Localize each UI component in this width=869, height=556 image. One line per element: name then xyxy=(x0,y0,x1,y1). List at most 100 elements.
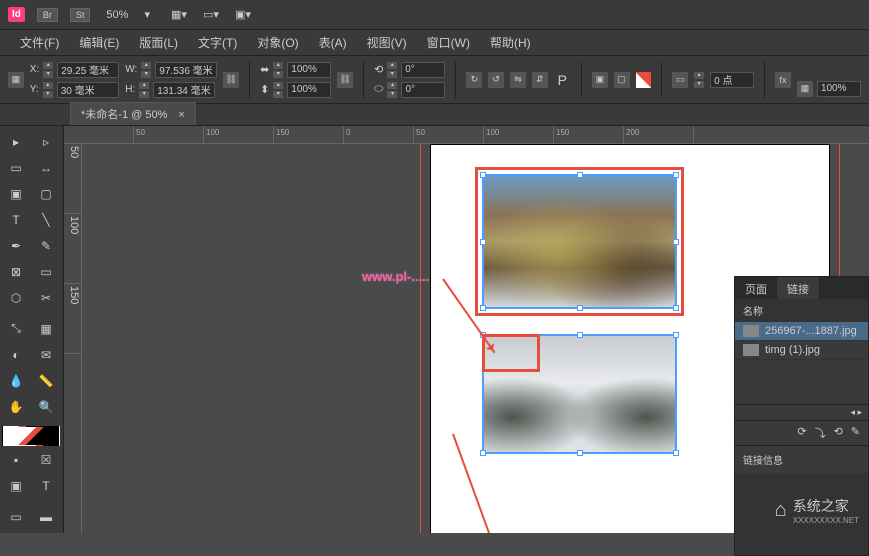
effects-icon[interactable]: fx xyxy=(775,72,791,88)
stroke-input[interactable] xyxy=(710,72,754,88)
eyedropper-tool[interactable]: 💧 xyxy=(2,369,30,393)
tab-pages[interactable]: 页面 xyxy=(735,277,777,299)
menu-object[interactable]: 对象(O) xyxy=(249,31,306,54)
zoom-level[interactable]: 50% xyxy=(102,9,132,21)
type-tool[interactable]: T xyxy=(2,208,30,232)
image-frame-1[interactable] xyxy=(482,174,677,309)
menu-help[interactable]: 帮助(H) xyxy=(482,31,539,54)
menu-view[interactable]: 视图(V) xyxy=(359,31,415,54)
fill-stroke-swap[interactable] xyxy=(2,426,60,446)
content-placer-tool[interactable]: ▢ xyxy=(32,182,60,206)
rotate-input[interactable] xyxy=(401,62,445,78)
resize-handle[interactable] xyxy=(577,172,583,178)
screen-mode-icon[interactable]: ▭▾ xyxy=(202,6,220,24)
menu-type[interactable]: 文字(T) xyxy=(190,31,245,54)
resize-handle[interactable] xyxy=(480,305,486,311)
x-up[interactable]: ▴ xyxy=(43,62,53,69)
normal-view-icon[interactable]: ▭ xyxy=(2,505,30,529)
resize-handle[interactable] xyxy=(480,239,486,245)
menu-table[interactable]: 表(A) xyxy=(311,31,355,54)
apply-none-icon[interactable]: ☒ xyxy=(32,448,60,472)
arrange-icon[interactable]: ▣▾ xyxy=(234,6,252,24)
flip-v-icon[interactable]: ⇵ xyxy=(532,72,548,88)
chevron-down-icon[interactable]: ▾ xyxy=(144,8,150,21)
goto-link-icon[interactable]: ⤵ xyxy=(815,425,826,441)
stock-badge[interactable]: St xyxy=(70,8,91,22)
polygon-tool[interactable]: ⬡ xyxy=(2,286,30,310)
select-content-icon[interactable]: ▢ xyxy=(614,72,630,88)
formatting-container-icon[interactable]: ▣ xyxy=(2,474,30,498)
rotate-cw-icon[interactable]: ↻ xyxy=(466,72,482,88)
resize-handle[interactable] xyxy=(577,332,583,338)
reference-point-icon[interactable]: ▦ xyxy=(8,72,24,88)
toolbox: ▸▹ ▭↔ ▣▢ T╲ ✒✎ ⊠▭ ⬡✂ ⤡▦ ◐✉ 💧📏 ✋🔍 ▪☒ ▣T ▭… xyxy=(0,126,64,533)
edit-original-icon[interactable]: ✎ xyxy=(851,425,860,441)
resize-handle[interactable] xyxy=(480,450,486,456)
select-container-icon[interactable]: ▣ xyxy=(592,72,608,88)
menu-window[interactable]: 窗口(W) xyxy=(419,31,478,54)
hand-tool[interactable]: ✋ xyxy=(2,395,30,419)
scissors-tool[interactable]: ✂ xyxy=(32,286,60,310)
update-link-icon[interactable]: ⟲ xyxy=(834,425,843,441)
constrain-scale-icon[interactable]: ⛓ xyxy=(337,72,353,88)
y-input[interactable] xyxy=(57,82,119,98)
constrain-icon[interactable]: ⛓ xyxy=(223,72,239,88)
content-collector-tool[interactable]: ▣ xyxy=(2,182,30,206)
close-tab-icon[interactable]: × xyxy=(178,109,184,121)
x-input[interactable] xyxy=(57,62,119,78)
resize-handle[interactable] xyxy=(673,450,679,456)
x-down[interactable]: ▾ xyxy=(43,71,53,78)
w-input[interactable] xyxy=(155,62,217,78)
resize-handle[interactable] xyxy=(673,172,679,178)
paragraph-icon[interactable]: P xyxy=(558,72,567,88)
rotate-ccw-icon[interactable]: ↺ xyxy=(488,72,504,88)
stroke-icon[interactable]: ▭ xyxy=(672,72,688,88)
document-tab[interactable]: *未命名-1 @ 50% × xyxy=(70,102,196,125)
resize-handle[interactable] xyxy=(480,172,486,178)
page-tool[interactable]: ▭ xyxy=(2,156,30,180)
zoom-tool[interactable]: 🔍 xyxy=(32,395,60,419)
apply-color-icon[interactable]: ▪ xyxy=(2,448,30,472)
flip-h-icon[interactable]: ⇋ xyxy=(510,72,526,88)
scale-x-input[interactable] xyxy=(287,62,331,78)
pen-tool[interactable]: ✒ xyxy=(2,234,30,258)
menu-file[interactable]: 文件(F) xyxy=(12,31,67,54)
direct-selection-tool[interactable]: ▹ xyxy=(32,130,60,154)
resize-handle[interactable] xyxy=(673,239,679,245)
link-item[interactable]: 256967-...1887.jpg xyxy=(735,322,868,341)
gradient-swatch-tool[interactable]: ▦ xyxy=(32,317,60,341)
h-input[interactable] xyxy=(153,82,215,98)
y-up[interactable]: ▴ xyxy=(43,82,53,89)
resize-handle[interactable] xyxy=(673,332,679,338)
free-transform-tool[interactable]: ⤡ xyxy=(2,317,30,341)
link-item[interactable]: timg (1).jpg xyxy=(735,341,868,360)
tab-links[interactable]: 链接 xyxy=(777,277,819,299)
scale-y-input[interactable] xyxy=(287,82,331,98)
shear-input[interactable] xyxy=(401,82,445,98)
resize-handle[interactable] xyxy=(577,450,583,456)
note-tool[interactable]: ✉ xyxy=(32,343,60,367)
gradient-feather-tool[interactable]: ◐ xyxy=(2,343,30,367)
image-frame-2[interactable] xyxy=(482,334,677,454)
preview-view-icon[interactable]: ▬ xyxy=(32,505,60,529)
menu-layout[interactable]: 版面(L) xyxy=(131,31,186,54)
opacity-input[interactable] xyxy=(817,81,861,97)
relink-icon[interactable]: ⟳ xyxy=(797,425,806,441)
line-tool[interactable]: ╲ xyxy=(32,208,60,232)
resize-handle[interactable] xyxy=(673,305,679,311)
menu-edit[interactable]: 编辑(E) xyxy=(71,31,127,54)
formatting-text-icon[interactable]: T xyxy=(32,474,60,498)
resize-handle[interactable] xyxy=(577,305,583,311)
view-options-icon[interactable]: ▦▾ xyxy=(170,6,188,24)
measure-tool[interactable]: 📏 xyxy=(32,369,60,393)
gap-tool[interactable]: ↔ xyxy=(32,156,60,180)
panel-scroll-indicator: ◂ ▸ xyxy=(735,404,868,420)
bridge-badge[interactable]: Br xyxy=(37,8,58,22)
pencil-tool[interactable]: ✎ xyxy=(32,234,60,258)
rectangle-frame-tool[interactable]: ⊠ xyxy=(2,260,30,284)
selection-tool[interactable]: ▸ xyxy=(2,130,30,154)
rectangle-tool[interactable]: ▭ xyxy=(32,260,60,284)
watermark-text: www.pl-..... xyxy=(362,269,429,284)
y-down[interactable]: ▾ xyxy=(43,91,53,98)
fill-swatch-icon[interactable] xyxy=(636,72,652,88)
